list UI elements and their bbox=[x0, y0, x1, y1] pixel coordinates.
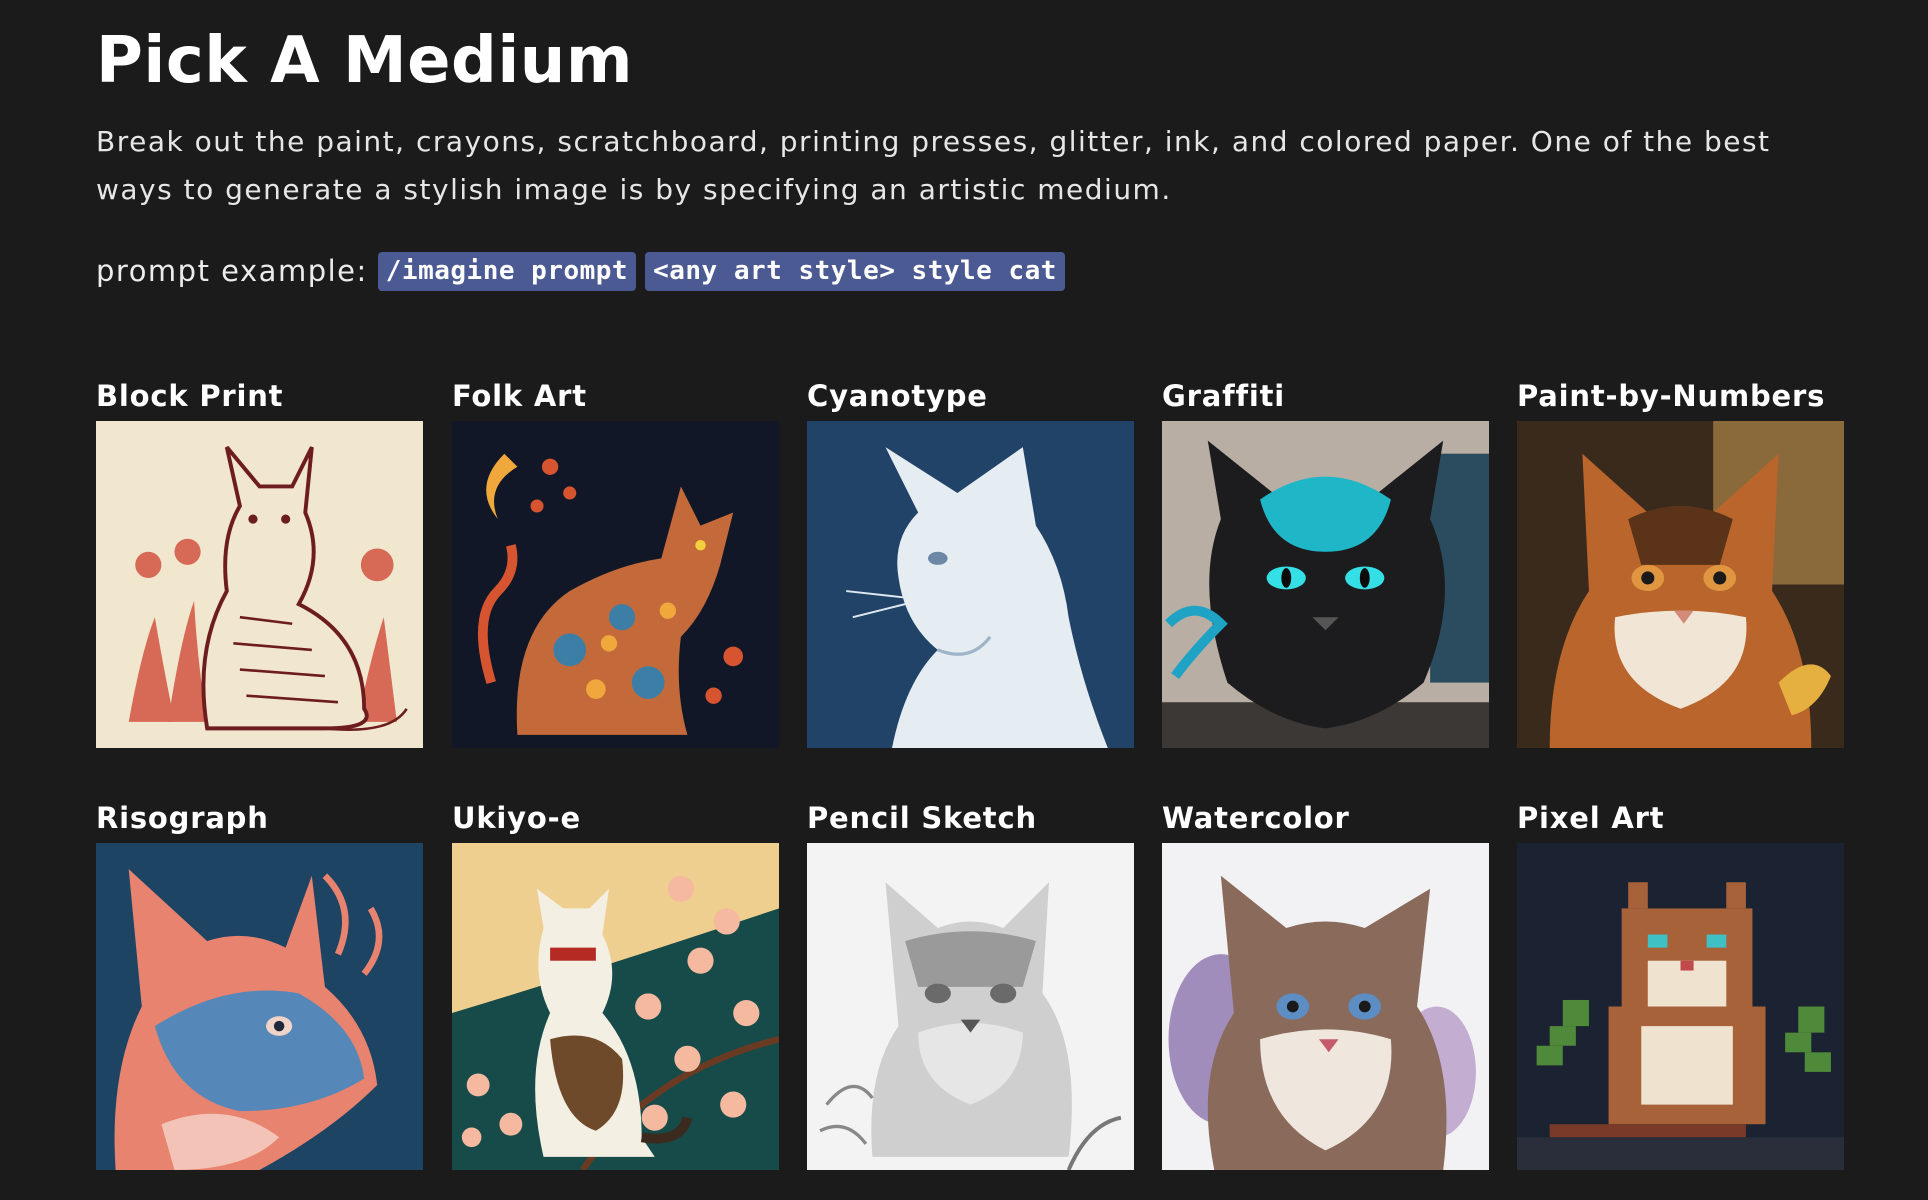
cyanotype-cat-image bbox=[807, 421, 1134, 748]
intro-paragraph: Break out the paint, crayons, scratchboa… bbox=[96, 125, 1771, 206]
gallery-item-watercolor: Watercolor bbox=[1162, 800, 1489, 1170]
gallery-item-paint-by-numbers: Paint-by-Numbers bbox=[1517, 378, 1844, 748]
gallery-item-label: Folk Art bbox=[452, 379, 587, 413]
gallery-item-label: Cyanotype bbox=[807, 379, 988, 413]
gallery-item-label: Pixel Art bbox=[1517, 801, 1665, 835]
paint-by-numbers-cat-image bbox=[1517, 421, 1844, 748]
pixel-art-cat-image bbox=[1517, 843, 1844, 1170]
gallery-item-label: Ukiyo-e bbox=[452, 801, 581, 835]
gallery-item-cyanotype: Cyanotype bbox=[807, 378, 1134, 748]
watercolor-cat-image bbox=[1162, 843, 1489, 1170]
folk-art-cat-image bbox=[452, 421, 779, 748]
gallery-item-ukiyo-e: Ukiyo-e bbox=[452, 800, 779, 1170]
gallery-item-label: Risograph bbox=[96, 801, 269, 835]
ukiyo-e-cat-image bbox=[452, 843, 779, 1170]
block-print-cat-image bbox=[96, 421, 423, 748]
prompt-command-code: /imagine prompt bbox=[377, 251, 637, 291]
gallery-item-label: Watercolor bbox=[1162, 801, 1350, 835]
page-title: Pick A Medium bbox=[96, 24, 634, 98]
page: Pick A Medium Break out the paint, crayo… bbox=[0, 0, 1928, 1200]
gallery-item-pixel-art: Pixel Art bbox=[1517, 800, 1844, 1170]
pencil-sketch-cat-image bbox=[807, 843, 1134, 1170]
risograph-cat-image bbox=[96, 843, 423, 1170]
prompt-example-label: prompt example: bbox=[96, 254, 368, 288]
graffiti-cat-image bbox=[1162, 421, 1489, 748]
gallery-item-label: Paint-by-Numbers bbox=[1517, 379, 1826, 413]
gallery-item-risograph: Risograph bbox=[96, 800, 423, 1170]
gallery-item-label: Pencil Sketch bbox=[807, 801, 1037, 835]
prompt-example: prompt example: /imagine prompt <any art… bbox=[96, 250, 1074, 292]
gallery-item-folk-art: Folk Art bbox=[452, 378, 779, 748]
gallery-item-label: Block Print bbox=[96, 379, 284, 413]
gallery-item-pencil-sketch: Pencil Sketch bbox=[807, 800, 1134, 1170]
prompt-text-code: <any art style> style cat bbox=[645, 251, 1065, 291]
gallery-item-label: Graffiti bbox=[1162, 379, 1286, 413]
gallery-item-graffiti: Graffiti bbox=[1162, 378, 1489, 748]
gallery-item-block-print: Block Print bbox=[96, 378, 423, 748]
